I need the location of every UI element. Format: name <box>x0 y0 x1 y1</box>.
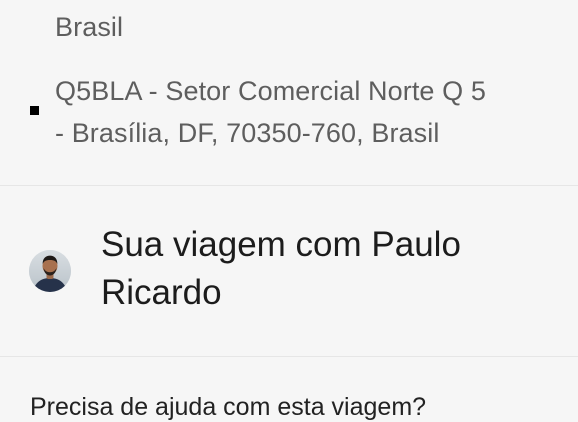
trip-route: Brasil Q5BLA - Setor Comercial Norte Q 5… <box>0 0 578 186</box>
destination-marker-icon <box>30 106 39 115</box>
destination-address-line-2: - Brasília, DF, 70350-760, Brasil <box>55 118 440 148</box>
destination-address-line-1: Q5BLA - Setor Comercial Norte Q 5 <box>55 76 486 106</box>
divider <box>0 356 578 357</box>
driver-trip-row[interactable]: Sua viagem com Paulo Ricardo <box>0 187 578 356</box>
origin-address-tail: Brasil <box>55 12 124 42</box>
divider <box>0 185 578 186</box>
driver-avatar-image <box>29 250 71 292</box>
trip-title-line-1: Sua viagem com Paulo <box>101 225 461 264</box>
driver-avatar <box>29 250 71 292</box>
trip-title-line-2: Ricardo <box>101 273 222 312</box>
help-heading[interactable]: Precisa de ajuda com esta viagem? <box>30 393 426 422</box>
trip-title: Sua viagem com Paulo Ricardo <box>101 221 541 317</box>
